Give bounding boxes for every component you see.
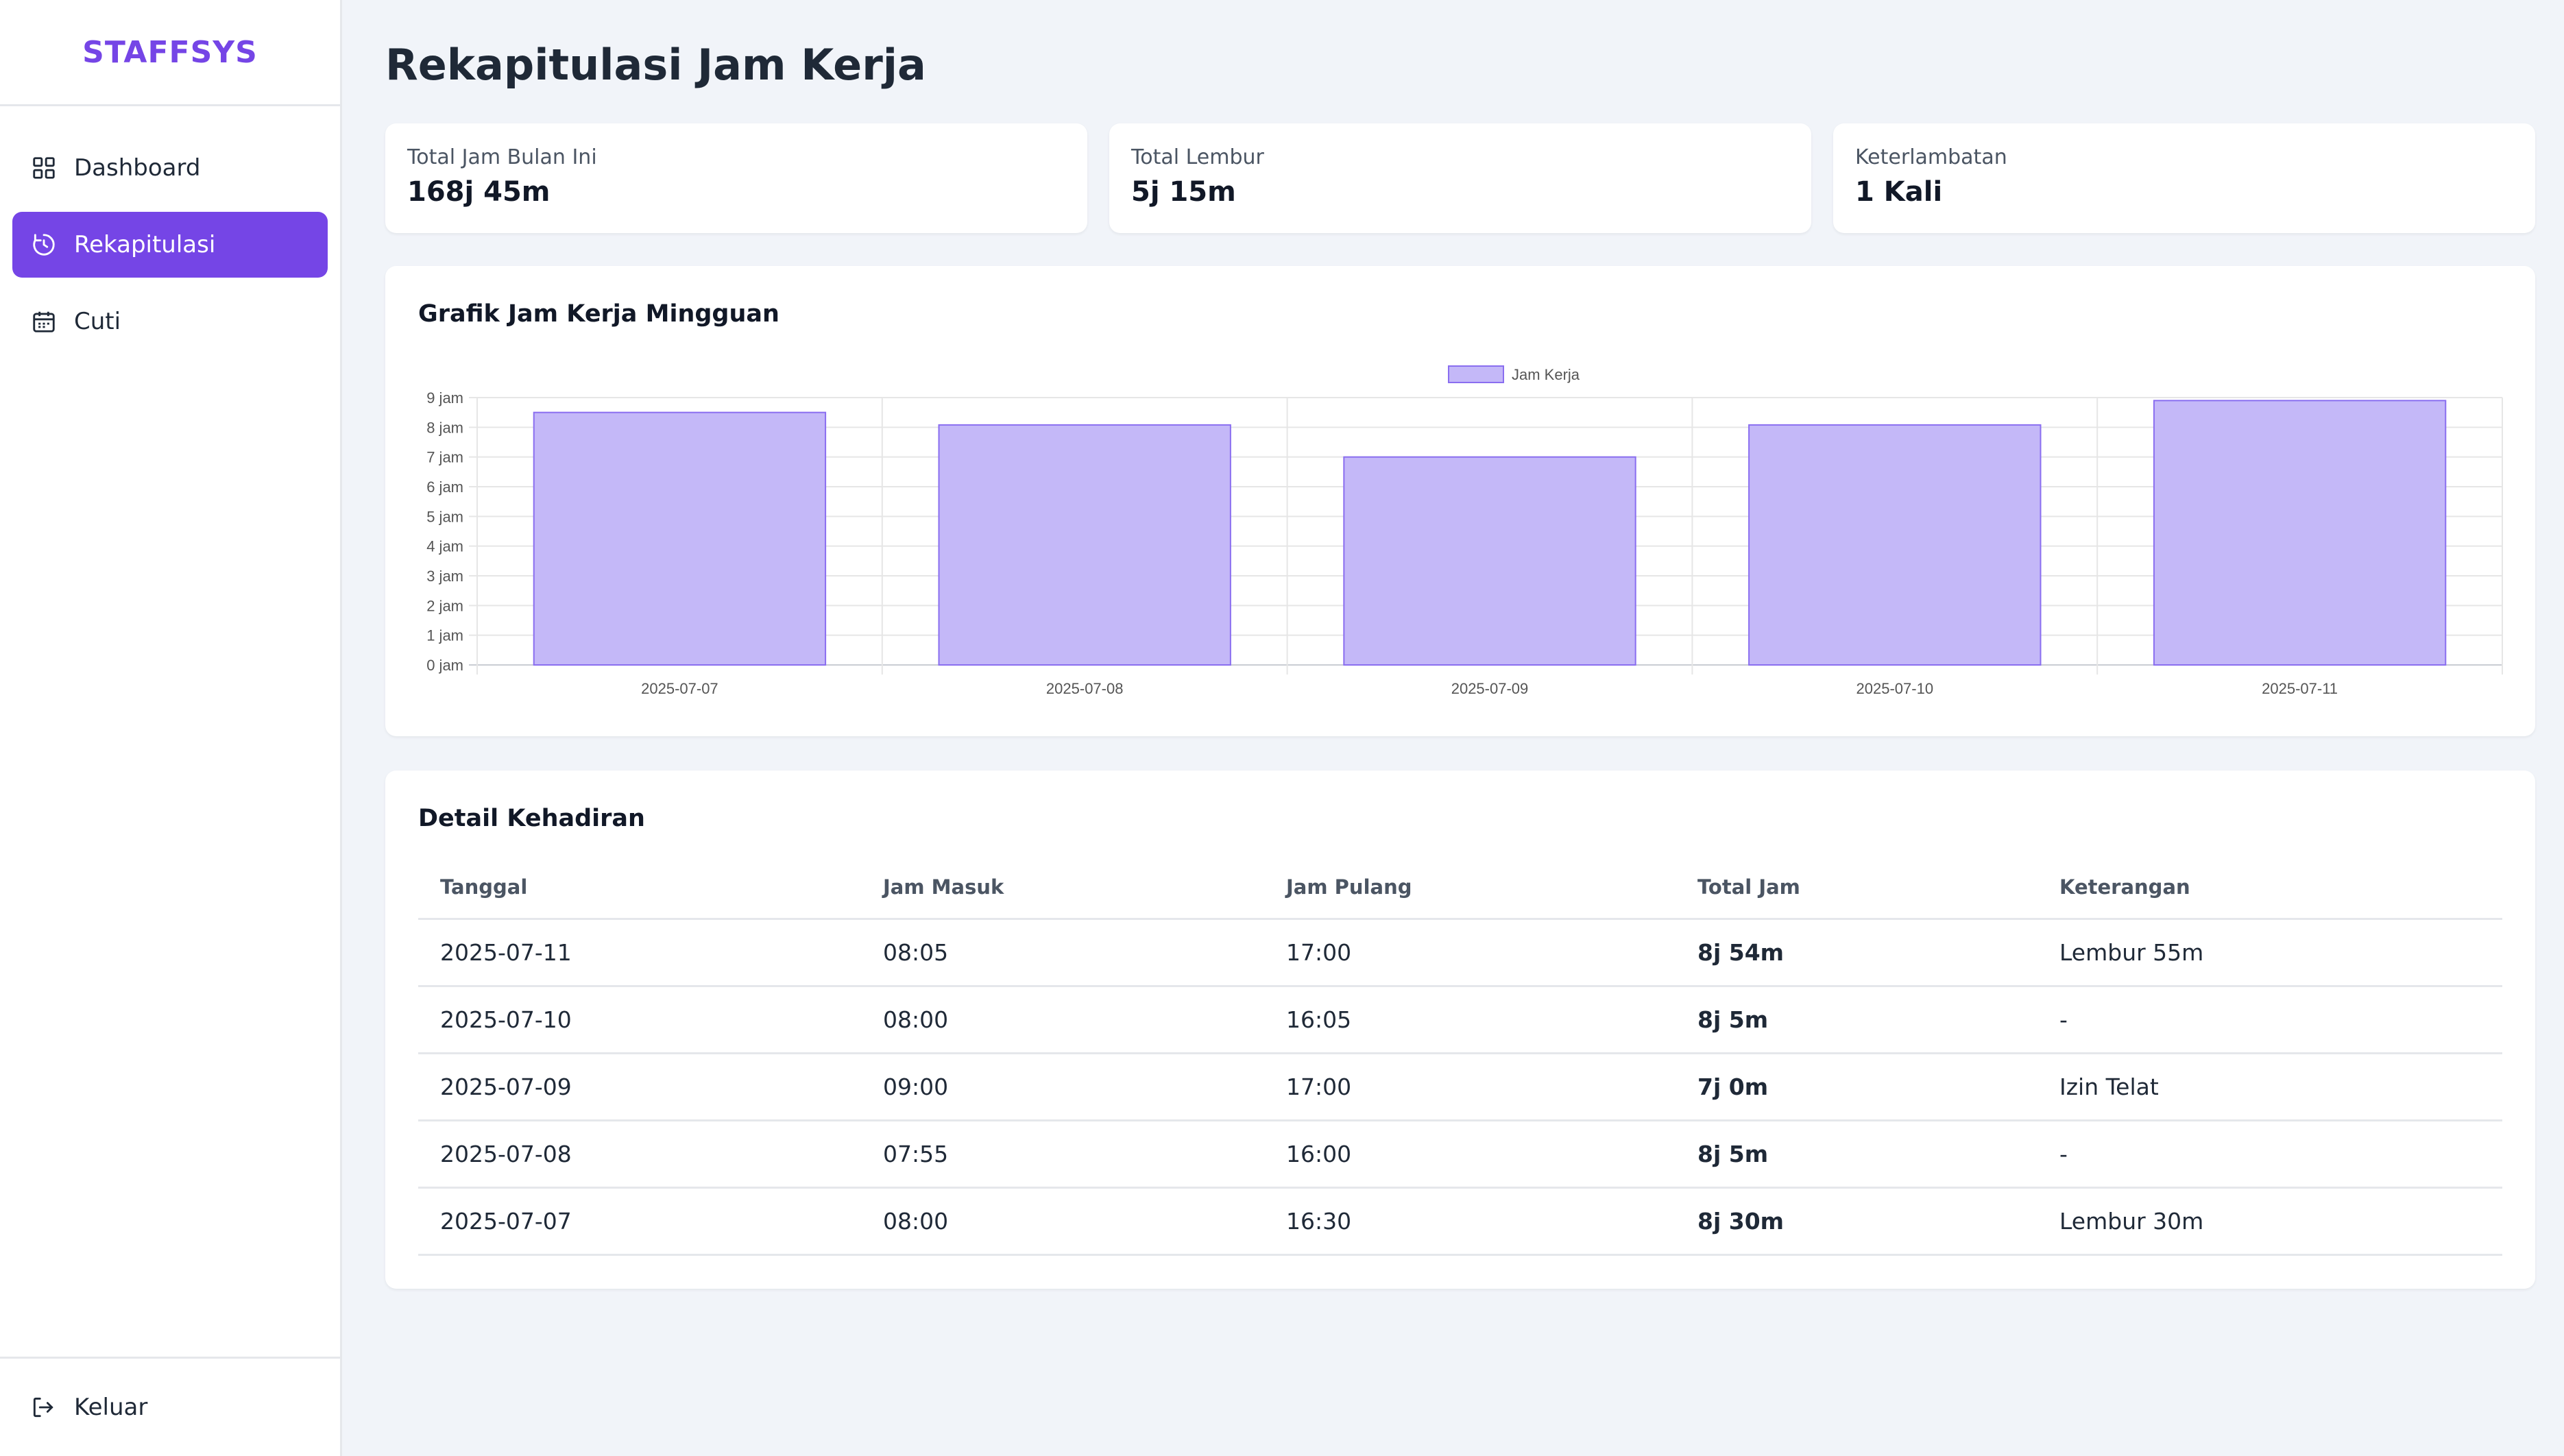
- legend-label: Jam Kerja: [1512, 366, 1580, 383]
- cell-date: 2025-07-11: [418, 919, 861, 987]
- column-header-jam-masuk: Jam Masuk: [861, 857, 1264, 920]
- cell-note: Lembur 55m: [2037, 919, 2502, 987]
- table-row: 2025-07-07 08:00 16:30 8j 30m Lembur 30m: [418, 1187, 2502, 1256]
- clock-history-icon: [30, 231, 58, 258]
- cell-time-out: 17:00: [1264, 919, 1676, 987]
- x-tick-label: 2025-07-10: [1857, 680, 1934, 697]
- cell-time-in: 08:00: [861, 1187, 1264, 1256]
- sidebar-item-label: Dashboard: [74, 154, 201, 182]
- x-tick-label: 2025-07-09: [1451, 680, 1529, 697]
- cell-time-out: 16:30: [1264, 1187, 1676, 1256]
- bar: [2153, 400, 2447, 666]
- y-tick-label: 0 jam: [426, 657, 463, 674]
- y-tick-label: 5 jam: [426, 508, 463, 525]
- bar: [533, 411, 827, 666]
- cell-date: 2025-07-10: [418, 986, 861, 1054]
- stat-card-total-hours: Total Jam Bulan Ini 168j 45m: [385, 123, 1087, 233]
- sidebar-nav: Dashboard Rekapitulasi Cuti: [0, 135, 340, 354]
- logout-label: Keluar: [74, 1394, 148, 1421]
- cell-note: -: [2037, 986, 2502, 1054]
- y-tick-label: 1 jam: [426, 627, 463, 644]
- cell-note: Izin Telat: [2037, 1053, 2502, 1121]
- table-row: 2025-07-08 07:55 16:00 8j 5m -: [418, 1120, 2502, 1189]
- stat-label: Keterlambatan: [1855, 145, 2007, 169]
- weekly-hours-chart: 0 jam 1 jam 2 jam 3 jam 4 jam 5 jam 6 jam 7 jam…: [426, 365, 2503, 697]
- y-tick-label: 9 jam: [426, 389, 463, 407]
- y-tick-label: 6 jam: [426, 478, 463, 496]
- page-title: Rekapitulasi Jam Kerja: [385, 40, 926, 90]
- cell-time-in: 08:05: [861, 919, 1264, 987]
- table-row: 2025-07-10 08:00 16:05 8j 5m -: [418, 986, 2502, 1054]
- x-tick-label: 2025-07-07: [641, 680, 718, 697]
- cell-note: Lembur 30m: [2037, 1187, 2502, 1256]
- column-header-total-jam: Total Jam: [1676, 857, 2037, 920]
- stat-card-lateness: Keterlambatan 1 Kali: [1833, 123, 2535, 233]
- sidebar-item-cuti[interactable]: Cuti: [12, 289, 328, 354]
- calendar-icon: [30, 308, 58, 335]
- cell-date: 2025-07-08: [418, 1120, 861, 1189]
- cell-note: -: [2037, 1120, 2502, 1189]
- y-tick-label: 8 jam: [426, 419, 463, 436]
- attendance-card: Detail Kehadiran Tanggal Jam Masuk Jam P…: [385, 771, 2535, 1289]
- y-tick-label: 3 jam: [426, 568, 463, 585]
- logout-icon: [30, 1394, 58, 1421]
- bar: [938, 424, 1231, 666]
- cell-total: 8j 5m: [1676, 986, 2037, 1054]
- sidebar-item-rekapitulasi[interactable]: Rekapitulasi: [12, 212, 328, 278]
- chart-card: Grafik Jam Kerja Mingguan 0 jam 1 jam 2 ja…: [385, 266, 2535, 736]
- cell-total: 7j 0m: [1676, 1053, 2037, 1121]
- cell-time-out: 16:05: [1264, 986, 1676, 1054]
- stat-label: Total Lembur: [1131, 145, 1264, 169]
- stat-card-overtime: Total Lembur 5j 15m: [1109, 123, 1811, 233]
- stat-label: Total Jam Bulan Ini: [407, 145, 597, 169]
- app-logo[interactable]: STAFFSYS: [0, 0, 340, 106]
- y-tick-label: 7 jam: [426, 449, 463, 466]
- cell-total: 8j 30m: [1676, 1187, 2037, 1256]
- stat-value: 168j 45m: [407, 176, 551, 208]
- legend-swatch: [1448, 365, 1504, 383]
- dashboard-grid-icon: [30, 154, 58, 182]
- cell-time-out: 16:00: [1264, 1120, 1676, 1189]
- table-header-row: Tanggal Jam Masuk Jam Pulang Total Jam K…: [418, 857, 2502, 920]
- cell-time-in: 07:55: [861, 1120, 1264, 1189]
- sidebar: STAFFSYS Dashboard Rekapitulasi Cuti Kel…: [0, 0, 342, 1456]
- cell-total: 8j 5m: [1676, 1120, 2037, 1189]
- bar: [1748, 424, 2042, 666]
- sidebar-item-dashboard[interactable]: Dashboard: [12, 135, 328, 201]
- bar: [1343, 456, 1636, 666]
- cell-time-out: 17:00: [1264, 1053, 1676, 1121]
- x-tick-label: 2025-07-08: [1046, 680, 1124, 697]
- sidebar-item-label: Cuti: [74, 308, 121, 335]
- table-row: 2025-07-09 09:00 17:00 7j 0m Izin Telat: [418, 1053, 2502, 1121]
- table-row: 2025-07-11 08:05 17:00 8j 54m Lembur 55m: [418, 919, 2502, 987]
- logout-button[interactable]: Keluar: [0, 1357, 340, 1456]
- y-tick-label: 2 jam: [426, 597, 463, 614]
- x-tick-label: 2025-07-11: [2262, 680, 2338, 697]
- stat-value: 5j 15m: [1131, 176, 1236, 208]
- cell-time-in: 09:00: [861, 1053, 1264, 1121]
- cell-total: 8j 54m: [1676, 919, 2037, 987]
- sidebar-item-label: Rekapitulasi: [74, 231, 216, 258]
- cell-time-in: 08:00: [861, 986, 1264, 1054]
- column-header-keterangan: Keterangan: [2037, 857, 2502, 920]
- attendance-table: Tanggal Jam Masuk Jam Pulang Total Jam K…: [418, 857, 2502, 1256]
- table-title: Detail Kehadiran: [418, 805, 645, 832]
- y-tick-label: 4 jam: [426, 538, 463, 555]
- cell-date: 2025-07-09: [418, 1053, 861, 1121]
- cell-date: 2025-07-07: [418, 1187, 861, 1256]
- column-header-tanggal: Tanggal: [418, 857, 861, 920]
- column-header-jam-pulang: Jam Pulang: [1264, 857, 1676, 920]
- stat-value: 1 Kali: [1855, 176, 1943, 208]
